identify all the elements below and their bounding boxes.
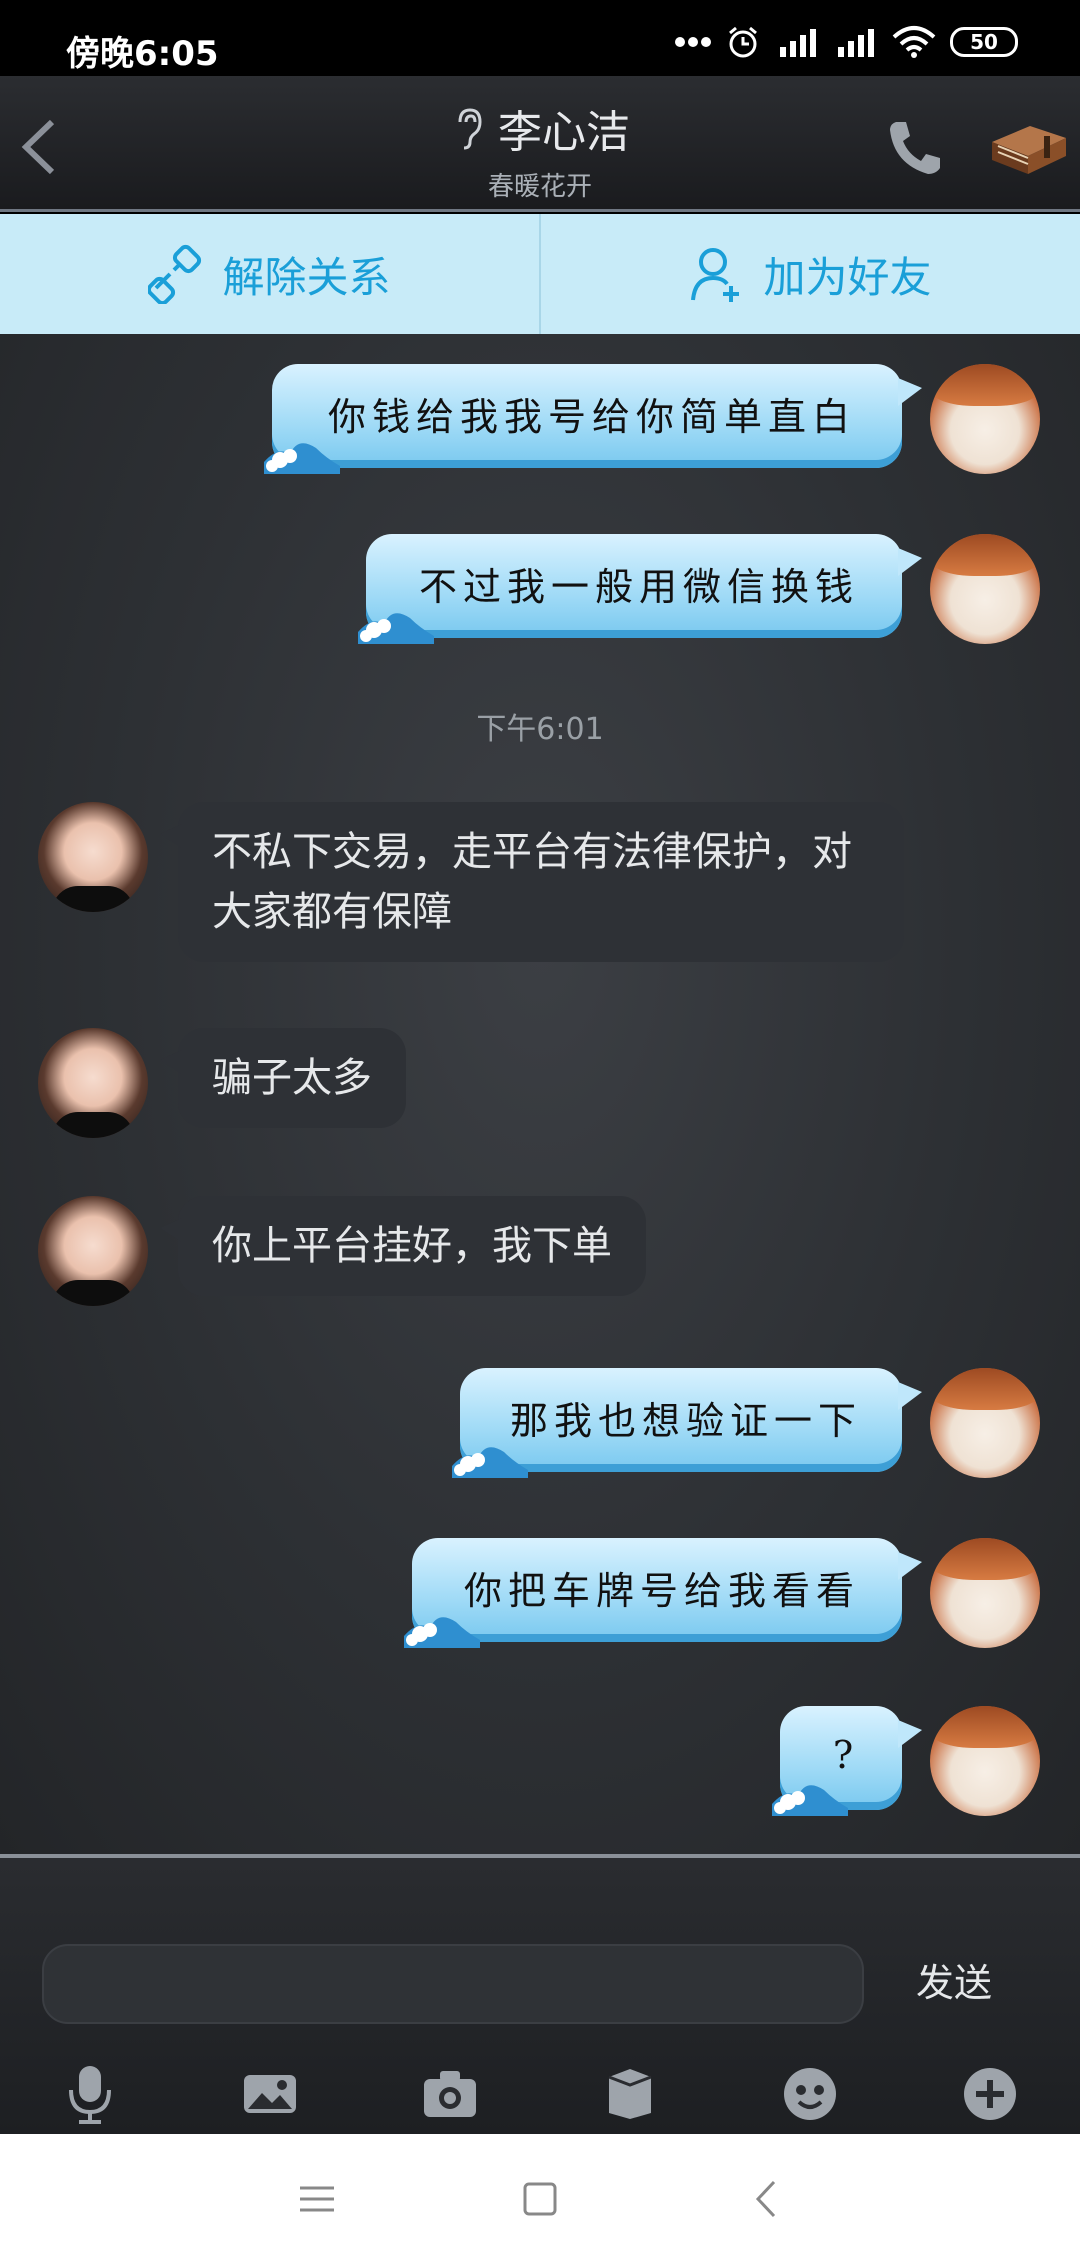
camera-icon[interactable] — [420, 2062, 480, 2126]
message-input[interactable] — [42, 1944, 864, 2024]
message-bubble-incoming[interactable]: 不私下交易，走平台有法律保护，对大家都有保障 — [160, 802, 904, 962]
system-nav-bar — [0, 2134, 1080, 2264]
message-timestamp: 下午6:01 — [476, 712, 604, 747]
wave-decoration-icon — [452, 1447, 528, 1478]
contact-avatar[interactable] — [38, 1028, 148, 1138]
unbind-label: 解除关系 — [222, 252, 391, 302]
hd-signal-icon — [780, 29, 816, 57]
composer: 发送 — [0, 1854, 1080, 2134]
wave-decoration-icon — [264, 443, 340, 474]
message-text: 骗子太多 — [212, 1055, 372, 1101]
more-dots-icon — [675, 37, 711, 47]
message-bubble-outgoing[interactable]: 那我也想验证一下 — [452, 1368, 922, 1478]
message-text: 不过我一般用微信换钱 — [418, 564, 859, 609]
profile-book-icon[interactable] — [986, 116, 1072, 182]
image-icon[interactable] — [240, 2062, 300, 2126]
battery-indicator: 50 — [950, 27, 1018, 57]
signal-icon — [838, 29, 874, 57]
message-bubble-outgoing[interactable]: 你把车牌号给我看看 — [404, 1538, 922, 1648]
menu-icon[interactable] — [292, 2174, 342, 2224]
add-friend-label: 加为好友 — [763, 252, 932, 302]
wave-decoration-icon — [358, 613, 434, 644]
my-avatar[interactable] — [930, 534, 1040, 644]
chat-area[interactable]: 你钱给我我号给你简单直白 不过我一般用微信换钱 下午6:01 不私下交易，走平台… — [0, 334, 1080, 1854]
message-text: 你把车牌号给我看看 — [463, 1568, 860, 1613]
composer-toolbar — [0, 2054, 1080, 2138]
message-bubble-outgoing[interactable]: ? — [772, 1706, 922, 1816]
message-text: 你钱给我我号给你简单直白 — [327, 394, 856, 439]
back-icon[interactable] — [742, 2174, 792, 2224]
message-text: 那我也想验证一下 — [509, 1398, 862, 1443]
home-square-icon[interactable] — [515, 2174, 565, 2224]
message-bubble-incoming[interactable]: 你上平台挂好，我下单 — [160, 1196, 646, 1296]
microphone-icon[interactable] — [60, 2062, 120, 2126]
contact-avatar[interactable] — [38, 1196, 148, 1306]
title-bar: 李心洁 春暖花开 — [0, 76, 1080, 212]
plus-icon[interactable] — [960, 2062, 1020, 2126]
unbind-button[interactable]: 解除关系 — [0, 214, 539, 334]
message-text: 不私下交易，走平台有法律保护，对大家都有保障 — [212, 829, 852, 935]
ear-icon — [458, 108, 482, 150]
status-icons: 50 — [674, 22, 1018, 62]
add-friend-button[interactable]: 加为好友 — [539, 214, 1080, 334]
contact-name: 李心洁 — [498, 107, 630, 158]
broken-link-icon — [148, 244, 202, 304]
my-avatar[interactable] — [930, 1368, 1040, 1478]
my-avatar[interactable] — [930, 1538, 1040, 1648]
message-text: 你上平台挂好，我下单 — [212, 1223, 612, 1269]
wave-decoration-icon — [772, 1785, 848, 1816]
contact-avatar[interactable] — [38, 802, 148, 912]
status-time: 傍晚6:05 — [66, 34, 219, 74]
message-bubble-outgoing[interactable]: 你钱给我我号给你简单直白 — [264, 364, 922, 474]
relationship-action-bar: 解除关系 加为好友 — [0, 214, 1080, 334]
my-avatar[interactable] — [930, 1706, 1040, 1816]
message-bubble-outgoing[interactable]: 不过我一般用微信换钱 — [358, 534, 922, 644]
alarm-icon — [729, 26, 757, 58]
my-avatar[interactable] — [930, 364, 1040, 474]
wifi-icon — [892, 26, 936, 58]
wave-decoration-icon — [404, 1617, 480, 1648]
box-icon[interactable] — [600, 2062, 660, 2126]
status-bar: 傍晚6:05 50 — [0, 0, 1080, 76]
phone-icon[interactable] — [886, 116, 944, 178]
message-bubble-incoming[interactable]: 骗子太多 — [160, 1028, 406, 1128]
add-user-icon — [691, 248, 740, 302]
emoji-icon[interactable] — [780, 2062, 840, 2126]
send-button[interactable]: 发送 — [916, 1952, 992, 2007]
